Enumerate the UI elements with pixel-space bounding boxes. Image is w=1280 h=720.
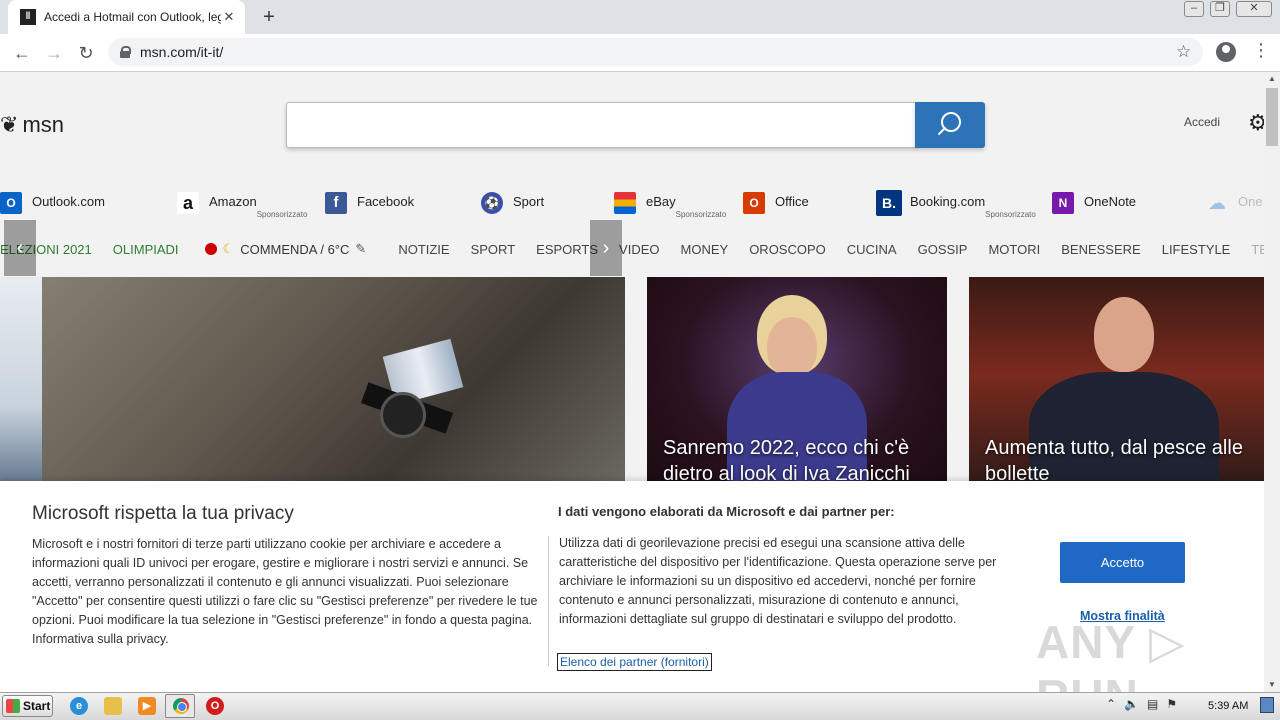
volume-icon[interactable]: 🔈 <box>1124 697 1139 711</box>
show-desktop-icon[interactable] <box>1260 697 1274 713</box>
nav-sport[interactable]: SPORT <box>471 242 516 257</box>
signin-link[interactable]: Accedi <box>1184 115 1220 129</box>
new-tab-button[interactable]: + <box>258 6 280 29</box>
partners-list-link[interactable]: Elenco dei partner (fornitori) <box>557 653 712 671</box>
privacy-title: Microsoft rispetta la tua privacy <box>32 503 294 524</box>
category-nav: ELEZIONI 2021 OLIMPIADI ☾ COMMENDA / 6°C… <box>0 236 1264 262</box>
back-button[interactable]: ← <box>10 41 34 65</box>
nav-esports[interactable]: ESPORTS <box>536 242 598 257</box>
tray-expand-icon[interactable]: ⌃ <box>1106 697 1116 711</box>
ebay-bag-icon <box>614 192 636 214</box>
nav-motori[interactable]: MOTORI <box>988 242 1040 257</box>
quick-link-sport[interactable]: ⚽ Sport <box>481 190 544 218</box>
nav-lifestyle[interactable]: LIFESTYLE <box>1162 242 1231 257</box>
windows-flag-icon <box>6 699 20 713</box>
taskbar-clock[interactable]: 5:39 AM <box>1208 700 1248 712</box>
chrome-icon <box>173 698 189 714</box>
msn-butterfly-icon: ǁ <box>20 9 36 25</box>
bookmark-star-icon[interactable]: ☆ <box>1176 42 1191 62</box>
hero-carousel-image[interactable] <box>0 277 625 492</box>
network-icon[interactable]: ▤ <box>1147 697 1158 711</box>
close-tab-icon[interactable]: ✕ <box>221 9 237 25</box>
nav-gossip[interactable]: GOSSIP <box>918 242 968 257</box>
nav-tech[interactable]: TECH E SC <box>1251 242 1264 257</box>
url-text: msn.com/it-it/ <box>140 44 224 60</box>
moon-icon: ☾ <box>222 241 235 256</box>
quick-link-facebook[interactable]: f Facebook <box>325 190 414 218</box>
nav-olimpiadi[interactable]: OLIMPIADI <box>113 242 179 257</box>
system-tray: ⌃ 🔈 ▤ ⚑ <box>1106 697 1177 711</box>
page-scrollbar[interactable] <box>1264 72 1280 692</box>
action-center-flag-icon[interactable]: ⚑ <box>1166 697 1177 711</box>
nav-cucina[interactable]: CUCINA <box>847 242 897 257</box>
accept-button[interactable]: Accetto <box>1060 542 1185 583</box>
settings-gear-icon[interactable]: ⚙ <box>1248 110 1264 136</box>
nav-money[interactable]: MONEY <box>681 242 729 257</box>
weather-widget[interactable]: ☾ COMMENDA / 6°C ✎ <box>204 241 366 257</box>
card-title: Sanremo 2022, ecco chi c'è dietro al loo… <box>663 437 910 485</box>
wristwatch-image <box>380 392 426 438</box>
alert-icon <box>204 243 217 255</box>
privacy-text: Microsoft e i nostri fornitori di terze … <box>32 537 538 646</box>
booking-icon: B. <box>876 190 902 216</box>
nav-benessere[interactable]: BENESSERE <box>1061 242 1140 257</box>
news-card-sanremo[interactable]: Sanremo 2022, ecco chi c'è dietro al loo… <box>647 277 947 492</box>
privacy-subtitle: I dati vengono elaborati da Microsoft e … <box>558 504 895 519</box>
scroll-down-icon[interactable]: ▼ <box>1268 680 1276 689</box>
reload-button[interactable]: ↻ <box>74 41 98 65</box>
start-button[interactable]: Start <box>2 695 53 717</box>
quick-link-onedrive[interactable]: ☁ One <box>1206 190 1263 218</box>
search-input[interactable] <box>286 102 916 148</box>
carousel-prev-button[interactable]: ‹ <box>4 220 36 276</box>
facebook-icon: f <box>325 192 347 214</box>
quick-link-outlook[interactable]: O Outlook.com <box>0 190 105 218</box>
privacy-purposes-text: Utilizza dati di georilevazione precisi … <box>559 536 997 626</box>
show-purposes-link[interactable]: Mostra finalità <box>1080 609 1165 623</box>
browser-menu-icon[interactable]: ⋮ <box>1252 40 1270 61</box>
onenote-icon: N <box>1052 192 1074 214</box>
minimize-button[interactable]: – <box>1184 1 1204 17</box>
quick-link-booking[interactable]: B. Booking.com Sponsorizzato <box>876 190 1036 219</box>
forward-button[interactable]: → <box>42 41 66 65</box>
carousel-next-button[interactable]: › <box>590 220 622 276</box>
media-player-icon[interactable]: ▶ <box>138 697 156 715</box>
amazon-icon: a <box>177 192 199 214</box>
quick-link-office[interactable]: O Office <box>743 190 809 218</box>
card-title: Aumenta tutto, dal pesce alle bollette <box>985 437 1243 485</box>
internet-explorer-icon[interactable]: e <box>70 697 88 715</box>
nav-oroscopo[interactable]: OROSCOPO <box>749 242 826 257</box>
divider <box>548 536 549 666</box>
news-card-bollette[interactable]: Aumenta tutto, dal pesce alle bollette <box>969 277 1264 492</box>
nav-video[interactable]: VIDEO <box>619 242 659 257</box>
nav-notizie[interactable]: NOTIZIE <box>398 242 449 257</box>
quick-link-ebay[interactable]: eBay Sponsorizzato <box>614 190 726 219</box>
msn-logo[interactable]: ❦ msn <box>0 112 64 138</box>
file-explorer-icon[interactable] <box>104 697 122 715</box>
search-icon <box>941 112 961 132</box>
office-icon: O <box>743 192 765 214</box>
profile-avatar-icon[interactable] <box>1216 42 1236 62</box>
quick-link-onenote[interactable]: N OneNote <box>1052 190 1136 218</box>
lock-icon <box>120 46 131 58</box>
outlook-icon: O <box>0 192 22 214</box>
pencil-icon[interactable]: ✎ <box>355 241 366 257</box>
privacy-banner: Microsoft rispetta la tua privacy Micros… <box>0 481 1264 720</box>
quick-link-amazon[interactable]: a Amazon Sponsorizzato <box>177 190 307 219</box>
scroll-up-icon[interactable]: ▲ <box>1268 74 1276 83</box>
cloud-icon: ☁ <box>1208 193 1226 213</box>
restore-button[interactable]: ❐ <box>1210 1 1230 17</box>
browser-tab[interactable]: ǁ Accedi a Hotmail con Outlook, leggi le… <box>8 0 245 34</box>
soccer-ball-icon: ⚽ <box>481 192 503 214</box>
tab-title: Accedi a Hotmail con Outlook, leggi le <box>44 10 221 24</box>
address-bar[interactable]: msn.com/it-it/ <box>108 38 1203 66</box>
close-window-button[interactable]: ✕ <box>1236 1 1272 17</box>
msn-butterfly-icon: ❦ <box>0 112 19 137</box>
scrollbar-thumb[interactable] <box>1266 88 1278 146</box>
search-button[interactable] <box>915 102 985 148</box>
chrome-taskbar-button[interactable] <box>165 694 195 718</box>
opera-icon[interactable]: O <box>206 697 224 715</box>
